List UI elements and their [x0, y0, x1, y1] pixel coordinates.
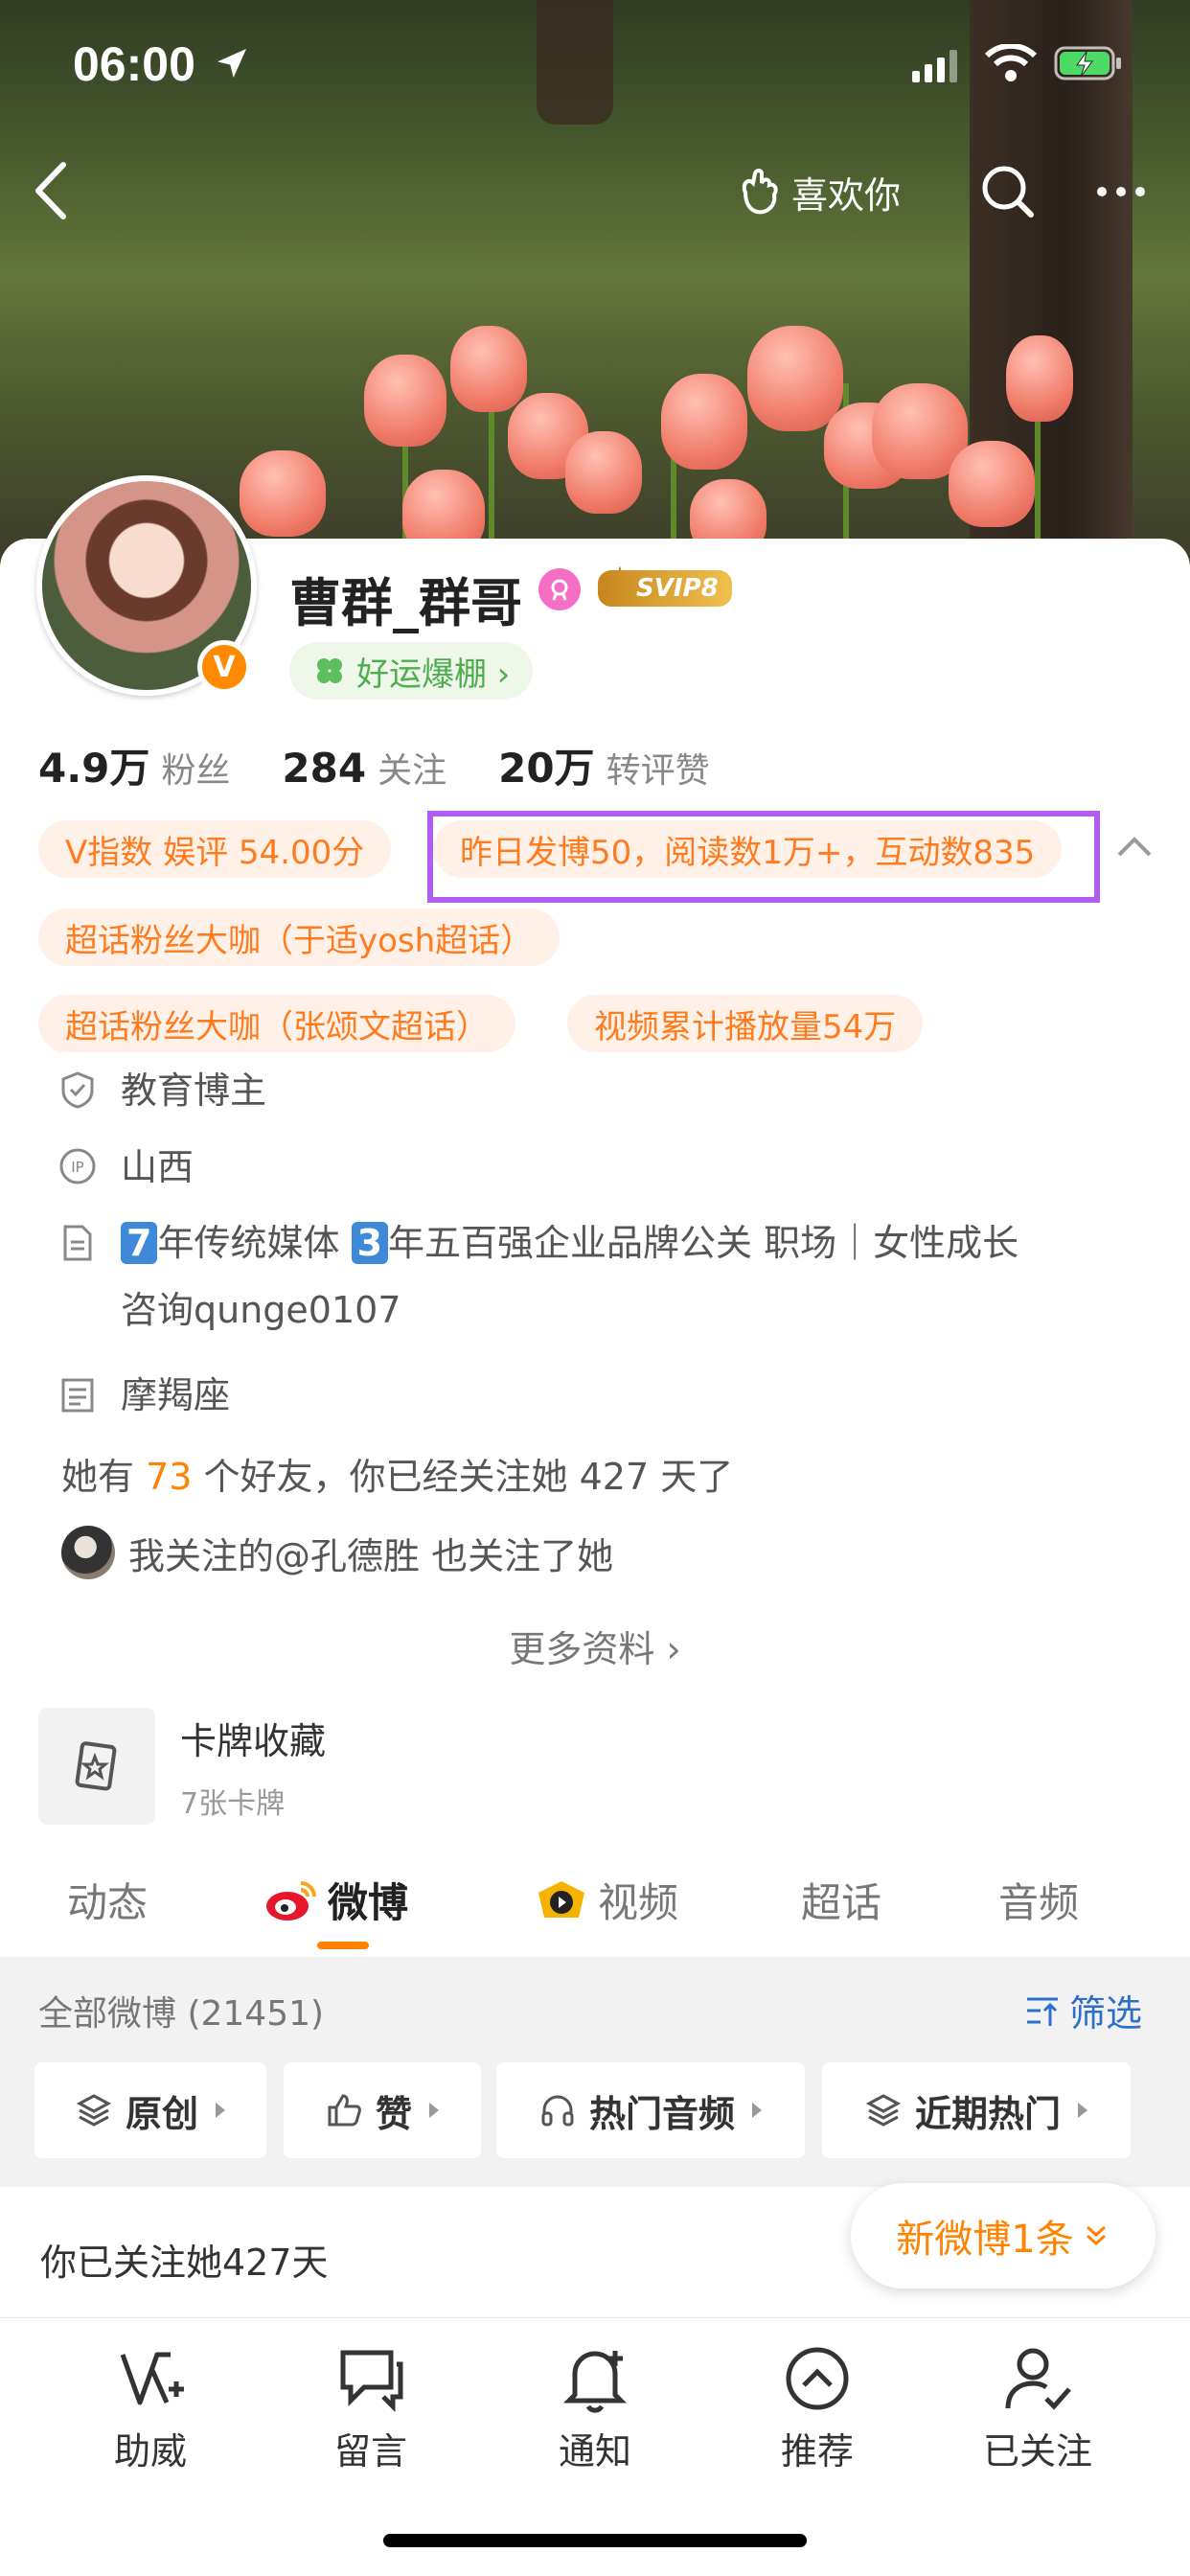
tab-audio[interactable]: 音频	[998, 1871, 1079, 1929]
clover-icon	[317, 658, 342, 683]
location-row: IP 山西	[57, 1142, 194, 1192]
hand-heart-icon	[742, 169, 778, 215]
bio-row: 7 年传统媒体 3 年五百强企业品牌公关 职场｜女性成长 咨询qunge0107	[57, 1219, 1018, 1344]
bio-number-badge-3: 3	[351, 1222, 389, 1264]
card-collection[interactable]: 卡牌收藏 7张卡牌	[38, 1708, 326, 1825]
membership-badge-icon[interactable]	[538, 568, 581, 610]
feed-filter-area: 全部微博 (21451) 筛选 原创 赞 热门音频 近期热门	[0, 1957, 1190, 2187]
bio-text: 7 年传统媒体 3 年五百强企业品牌公关 职场｜女性成长 咨询qunge0107	[121, 1222, 1019, 1331]
card-collection-icon	[38, 1708, 155, 1825]
highlight-box	[427, 811, 1100, 903]
bio-number-badge-7: 7	[121, 1222, 158, 1264]
followed-days-text: 你已关注她427天	[40, 2242, 329, 2284]
likes-stat[interactable]: 20万 转评赞	[498, 736, 709, 794]
headphones-icon	[541, 2095, 574, 2127]
more-info-link[interactable]: 更多资料 ›	[0, 1620, 1190, 1672]
location-arrow-icon	[217, 49, 246, 78]
weibo-logo-icon	[266, 1880, 316, 1920]
search-icon[interactable]	[977, 161, 1039, 222]
mutual-follow-row[interactable]: 我关注的@孔德胜 也关注了她	[61, 1526, 613, 1579]
recommend-icon	[786, 2347, 849, 2410]
filter-icon	[1027, 1997, 1058, 2026]
like-you-label: 喜欢你	[791, 173, 902, 217]
location-text: 山西	[121, 1146, 195, 1188]
message-icon	[340, 2350, 403, 2413]
super-fan-tag-2[interactable]: 超话粉丝大咖（张颂文超话）	[38, 995, 515, 1052]
card-collection-title: 卡牌收藏	[180, 1719, 327, 1762]
mutual-avatar	[61, 1526, 115, 1579]
video-plays-tag[interactable]: 视频累计播放量54万	[567, 995, 924, 1052]
document-icon	[63, 1225, 92, 1261]
super-fan-tag-1[interactable]: 超话粉丝大咖（于适yosh超话）	[38, 908, 561, 966]
svip-label: SVIP8	[598, 570, 732, 607]
chip-original[interactable]: 原创	[34, 2062, 266, 2158]
message-button[interactable]: 留言	[289, 2341, 452, 2474]
zodiac-row: 摩羯座	[57, 1370, 230, 1420]
thumbs-up-icon	[328, 2094, 361, 2127]
more-options-icon[interactable]	[1090, 161, 1152, 222]
filter-button[interactable]: 筛选	[1023, 1984, 1142, 2036]
video-play-icon	[538, 1880, 584, 1918]
calendar-icon	[61, 1378, 94, 1413]
lucky-status-chip[interactable]: 好运爆棚 ›	[289, 642, 534, 700]
profile-name: 曹群_群哥	[289, 573, 522, 633]
battery-charging-icon	[1054, 46, 1121, 80]
bell-icon	[562, 2351, 628, 2413]
followers-stat[interactable]: 4.9万 粉丝	[38, 736, 230, 794]
layers-icon	[76, 2094, 112, 2127]
lucky-status-label: 好运爆棚 ›	[356, 655, 511, 694]
chevron-up-icon[interactable]	[1113, 832, 1156, 861]
cellular-signal-icon	[912, 50, 957, 82]
all-weibo-count: 全部微博 (21451)	[38, 1994, 325, 2034]
top-nav-bar: 喜欢你	[0, 144, 1190, 240]
notify-button[interactable]: 通知	[514, 2341, 676, 2474]
new-weibo-button[interactable]: 新微博1条	[851, 2183, 1156, 2288]
shield-check-icon	[61, 1071, 94, 1109]
zodiac-text: 摩羯座	[121, 1374, 231, 1416]
mutual-follow-text: 我关注的@孔德胜 也关注了她	[128, 1534, 614, 1577]
v-index-tag[interactable]: V指数 娱评 54.00分	[38, 820, 392, 878]
status-bar: 06:00	[0, 0, 1190, 125]
friends-count: 73	[146, 1456, 193, 1498]
card-collection-subtitle: 7张卡牌	[180, 1786, 286, 1821]
profile-stats: 4.9万 粉丝 284 关注 20万 转评赞	[38, 736, 710, 794]
certification-row: 教育博主	[57, 1066, 266, 1116]
layers-icon	[865, 2094, 902, 2127]
following-stat[interactable]: 284 关注	[282, 743, 446, 793]
svg-text:IP: IP	[71, 1159, 83, 1176]
svip-badge[interactable]: SVIP8	[598, 564, 747, 613]
followed-button[interactable]: 已关注	[956, 2341, 1119, 2474]
tab-video[interactable]: 视频	[535, 1871, 678, 1929]
double-chevron-down-icon	[1086, 2225, 1106, 2246]
chip-likes[interactable]: 赞	[284, 2062, 481, 2158]
back-arrow-icon[interactable]	[29, 157, 77, 224]
friends-summary[interactable]: 她有 73 个好友，你已经关注她 427 天了	[61, 1447, 733, 1500]
certification-text: 教育博主	[121, 1070, 267, 1112]
active-tab-indicator	[317, 1942, 369, 1949]
cheer-button[interactable]: 助威	[69, 2341, 232, 2474]
wifi-icon	[985, 44, 1037, 81]
recommend-button[interactable]: 推荐	[736, 2341, 899, 2474]
tab-dynamic[interactable]: 动态	[67, 1871, 148, 1929]
home-indicator	[383, 2534, 807, 2547]
chip-hot-audio[interactable]: 热门音频	[496, 2062, 805, 2158]
like-you-button[interactable]: 喜欢你	[738, 161, 901, 222]
ip-location-icon: IP	[59, 1148, 96, 1184]
tab-weibo[interactable]: 微博	[264, 1871, 408, 1929]
chip-recent-hot[interactable]: 近期热门	[822, 2062, 1131, 2158]
verified-v-badge: V	[197, 640, 251, 694]
followed-user-icon	[1005, 2348, 1071, 2410]
profile-tabs: 动态 微博 视频 超话 音频	[0, 1859, 1190, 1955]
tab-super-topic[interactable]: 超话	[801, 1871, 881, 1929]
status-time: 06:00	[73, 37, 195, 91]
cheer-icon	[120, 2352, 184, 2405]
